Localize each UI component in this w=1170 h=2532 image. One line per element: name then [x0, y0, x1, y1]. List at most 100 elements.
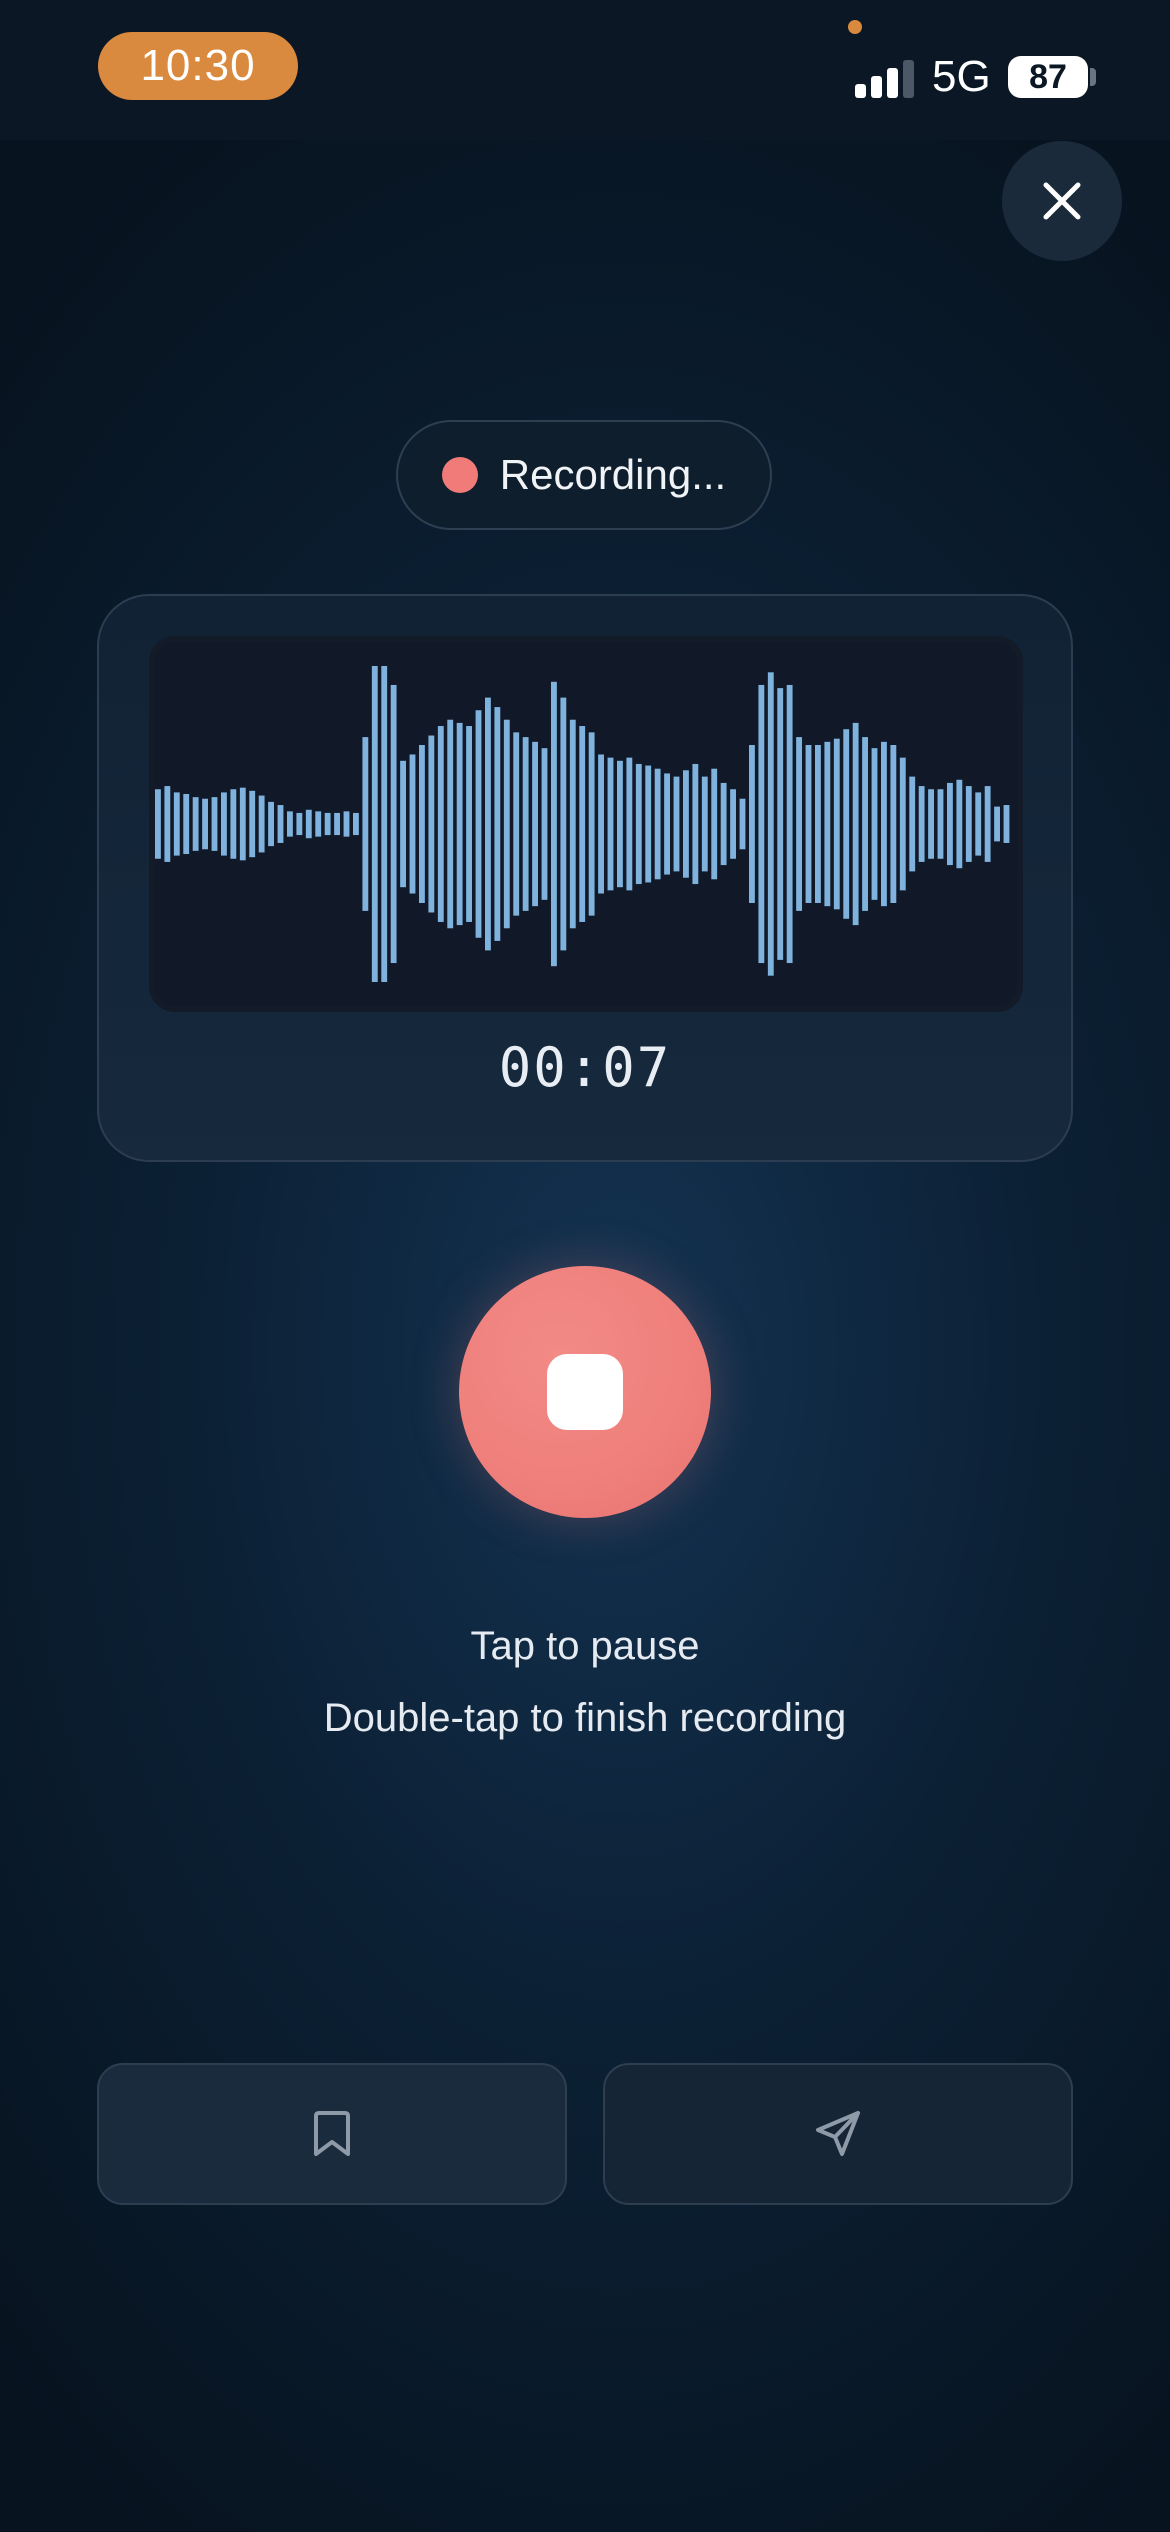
waveform-bar — [654, 768, 661, 880]
waveform-bar — [824, 741, 831, 907]
waveform-bar — [711, 768, 718, 880]
waveform-bar — [202, 798, 208, 850]
waveform-bar — [956, 779, 963, 869]
waveform-bar — [899, 757, 906, 891]
waveform-bar — [890, 745, 897, 903]
waveform-bar — [975, 792, 982, 856]
waveform-bar — [749, 745, 755, 903]
stop-record-button[interactable] — [459, 1266, 711, 1518]
waveform-bar — [947, 782, 953, 866]
waveform-bar — [192, 797, 199, 851]
waveform-bar — [400, 760, 406, 888]
waveform-bar — [428, 735, 435, 913]
waveform-bar — [334, 812, 340, 836]
double-tap-hint: Double-tap to finish recording — [323, 1696, 847, 1740]
recording-dot-icon — [441, 457, 478, 493]
waveform-bar — [645, 765, 652, 883]
waveform-bar — [532, 741, 538, 907]
waveform-bar — [617, 760, 623, 888]
close-button[interactable] — [1002, 141, 1122, 261]
waveform-bar — [541, 748, 548, 900]
battery-tip — [1090, 68, 1096, 86]
waveform-bar — [390, 684, 397, 964]
waveform-bar — [419, 745, 425, 903]
waveform-bar — [626, 757, 633, 891]
waveform-bar — [815, 745, 821, 903]
battery-icon: 87 — [1008, 56, 1088, 98]
waveform-bar — [485, 697, 491, 951]
waveform-bar — [683, 770, 689, 878]
waveform-bar — [598, 754, 604, 894]
waveform-bar — [730, 789, 736, 859]
status-time: 10:30 — [98, 32, 298, 100]
bookmark-icon — [314, 2111, 350, 2156]
save-button[interactable] — [97, 2063, 567, 2205]
waveform-bar — [343, 811, 350, 837]
recording-status-pill: Recording... — [396, 420, 772, 530]
waveform-bar — [173, 792, 180, 856]
waveform-bar — [155, 789, 161, 859]
waveform-bar — [692, 763, 699, 885]
waveform-bar — [569, 719, 576, 929]
tap-hint: Tap to pause — [470, 1624, 700, 1668]
waveform-bar — [579, 726, 586, 922]
waveform-bar — [965, 786, 972, 862]
waveform-bar — [513, 732, 520, 916]
status-bar: 10:30 5G 87 — [0, 0, 1170, 140]
send-button[interactable] — [603, 2063, 1073, 2205]
waveform-bar — [777, 688, 784, 960]
waveform-bar — [852, 722, 859, 926]
waveform — [155, 666, 1010, 982]
waveform-bar — [673, 776, 680, 872]
network-type: 5G — [932, 52, 991, 101]
waveform-bar — [551, 681, 557, 967]
recording-status-label: Recording... — [499, 451, 727, 498]
waveform-bar — [796, 737, 802, 911]
waveform-bar — [758, 684, 765, 964]
waveform-bar — [183, 793, 190, 855]
recording-timer: 00:07 — [498, 1036, 672, 1099]
waveform-bar — [268, 801, 274, 847]
waveform-bar — [635, 763, 642, 885]
waveform-bar — [720, 782, 727, 866]
waveform-bar — [862, 737, 868, 911]
waveform-bar — [871, 748, 878, 900]
waveform-bar — [305, 809, 312, 839]
waveform-bar — [466, 726, 472, 922]
waveform-bar — [211, 797, 218, 851]
waveform-bar — [786, 684, 793, 964]
waveform-bar — [447, 719, 454, 929]
waveform-bar — [258, 795, 265, 853]
privacy-indicator-icon — [848, 20, 862, 34]
waveform-bar — [353, 812, 359, 836]
waveform-bar — [805, 745, 812, 903]
waveform-bar — [881, 741, 887, 907]
waveform-bar — [1003, 805, 1010, 843]
send-icon — [816, 2111, 860, 2156]
stop-icon — [547, 1354, 623, 1430]
waveform-bar — [164, 786, 171, 862]
waveform-bar — [230, 789, 237, 859]
waveform-bar — [767, 672, 774, 976]
waveform-bar — [833, 738, 840, 910]
waveform-bar — [315, 811, 322, 837]
waveform-bar — [937, 789, 944, 859]
waveform-bar — [994, 806, 1000, 842]
waveform-bar — [984, 786, 991, 862]
waveform-bar — [362, 737, 369, 911]
waveform-bar — [296, 812, 303, 836]
waveform-bar — [324, 812, 331, 836]
waveform-bar — [503, 719, 510, 929]
waveform-bar — [287, 811, 293, 837]
waveform-bar — [409, 754, 416, 894]
waveform-bar — [607, 757, 614, 891]
waveform-bar — [239, 787, 246, 861]
waveform-bar — [249, 790, 256, 858]
waveform-bar — [928, 789, 934, 859]
waveform-display — [149, 636, 1023, 1012]
waveform-bar — [494, 707, 501, 941]
waveform-bar — [221, 792, 227, 856]
waveform-bar — [664, 773, 670, 875]
waveform-bar — [381, 666, 388, 982]
waveform-bar — [437, 726, 444, 922]
